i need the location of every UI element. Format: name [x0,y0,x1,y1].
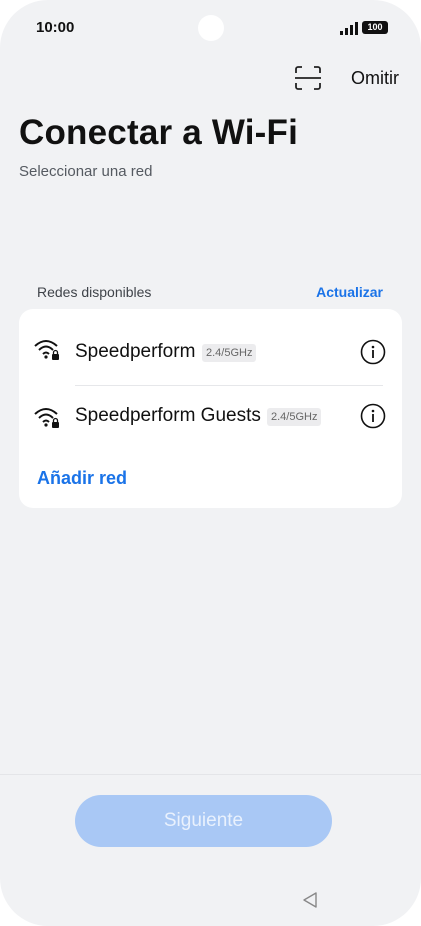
network-row[interactable]: Speedperform Guests 2.4/5GHz [19,381,402,449]
phone-screen: 10:00 100 Omitir Conectar a Wi-Fi Selecc… [0,0,421,926]
battery-icon: 100 [362,21,388,34]
page-title: Conectar a Wi-Fi [19,113,299,152]
next-button[interactable]: Siguiente [75,795,332,847]
wifi-secured-icon [34,408,59,428]
network-name: Speedperform Guests [75,405,261,426]
status-time: 10:00 [36,19,75,36]
networks-card: Speedperform 2.4/5GHz Speedperform Guest… [19,309,402,508]
network-name: Speedperform [75,341,196,362]
refresh-button[interactable]: Actualizar [316,284,383,300]
add-network-button[interactable]: Añadir red [37,468,127,489]
scan-qr-icon[interactable] [295,66,321,90]
info-icon[interactable] [360,403,386,429]
info-icon[interactable] [360,339,386,365]
skip-button[interactable]: Omitir [351,68,399,89]
camera-cutout [198,15,224,41]
page-subtitle: Seleccionar una red [19,163,153,180]
back-nav-icon[interactable] [302,891,318,909]
wifi-secured-icon [34,340,59,360]
available-networks-label: Redes disponibles [37,284,152,300]
band-badge: 2.4/5GHz [267,408,322,426]
network-row[interactable]: Speedperform 2.4/5GHz [19,313,402,386]
signal-icon [340,22,358,35]
band-badge: 2.4/5GHz [202,344,257,362]
